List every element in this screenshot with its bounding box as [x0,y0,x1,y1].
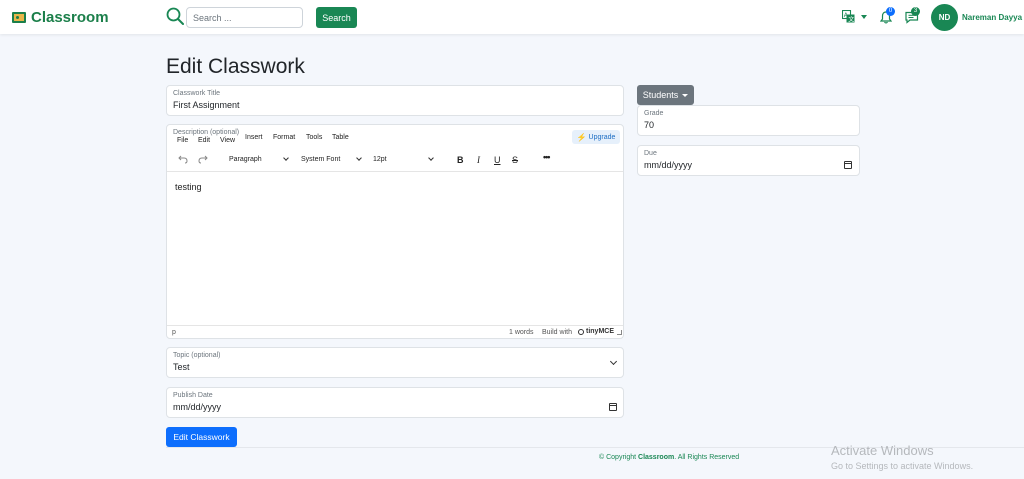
description-editor: Description (optional) File Edit View In… [166,124,624,339]
word-count[interactable]: 1 words [509,329,534,336]
menu-edit[interactable]: Edit [198,137,210,144]
copyright-prefix: © Copyright [599,454,637,461]
lightning-icon: ⚡ [576,132,587,142]
due-value: mm/dd/yyyy [644,160,693,170]
topic-value: Test [173,362,190,372]
classwork-title-label: Classwork Title [173,90,221,97]
description-label: Description (optional) [173,129,240,136]
search-button[interactable]: Search [316,7,357,28]
bold-icon[interactable]: B [457,155,464,165]
block-format-chevron-icon [283,155,289,161]
navbar: Classroom Search A 文 0 3 ND Nareman [0,0,1024,34]
chevron-down-icon [609,357,618,366]
search-input[interactable] [186,7,303,28]
classwork-title-value: First Assignment [173,100,240,110]
tinymce-logo-icon [578,329,584,335]
topic-select[interactable]: Topic (optional) Test [166,347,624,378]
upgrade-button[interactable]: ⚡ Upgrade [572,130,620,144]
classwork-title-field[interactable]: Classwork Title First Assignment [166,85,624,116]
menu-format[interactable]: Format [273,134,295,141]
caret-down-icon [861,15,867,19]
copyright-brand: Classroom [638,454,675,461]
publish-date-label: Publish Date [173,392,213,399]
font-size-select[interactable]: 12pt [373,156,387,163]
underline-icon[interactable]: U [494,155,501,165]
notifications-button[interactable]: 0 [880,7,895,24]
activate-windows-subtitle: Go to Settings to activate Windows. [831,461,974,471]
menu-file[interactable]: File [177,137,188,144]
grade-field[interactable]: Grade 70 [637,105,860,136]
topic-label: Topic (optional) [173,352,221,359]
calendar-icon[interactable] [844,161,852,169]
translate-icon: A 文 [842,10,855,23]
menu-view[interactable]: View [220,137,235,144]
search-icon [166,7,184,25]
font-size-chevron-icon [428,155,434,161]
due-label: Due [644,150,657,157]
resize-handle-icon[interactable] [617,330,622,335]
user-name[interactable]: Nareman Dayya [962,13,1022,22]
editor-status-bar: p 1 words Build with tinyMCE [167,325,623,338]
publish-date-field[interactable]: Publish Date mm/dd/yyyy [166,387,624,418]
svg-text:文: 文 [848,16,854,24]
grade-label: Grade [644,110,664,117]
copyright-suffix: . All Rights Reserved [674,454,740,461]
brand-name: Classroom [31,9,109,26]
font-family-select[interactable]: System Font [301,156,340,163]
calendar-icon[interactable] [609,403,617,411]
messages-badge: 3 [911,7,920,16]
grade-value: 70 [644,120,655,130]
caret-down-icon [682,93,689,97]
language-dropdown[interactable]: A 文 [842,10,868,24]
strikethrough-icon[interactable]: S [512,155,518,165]
edit-classwork-button[interactable]: Edit Classwork [166,427,237,447]
footer: © Copyright Classroom. All Rights Reserv… [599,454,739,461]
menu-tools[interactable]: Tools [306,134,322,141]
italic-icon[interactable]: I [477,155,480,165]
toolbar-divider [167,171,623,172]
brand-link[interactable]: Classroom [12,9,109,26]
font-family-chevron-icon [356,155,362,161]
activate-windows-title: Activate Windows [831,443,934,458]
more-options-icon[interactable]: ••• [543,152,551,162]
due-date-field[interactable]: Due mm/dd/yyyy [637,145,860,176]
avatar[interactable]: ND [931,4,958,31]
redo-icon[interactable] [198,155,208,164]
page-title: Edit Classwork [166,55,305,78]
element-path[interactable]: p [172,329,176,336]
build-with-label: Build with [542,329,572,336]
notifications-badge: 0 [886,7,895,16]
block-format-select[interactable]: Paragraph [229,156,262,163]
messages-button[interactable]: 3 [905,7,921,24]
classroom-logo-icon [12,12,26,23]
editor-content[interactable]: testing [175,182,202,192]
tinymce-brand[interactable]: tinyMCE [586,328,614,335]
publish-date-value: mm/dd/yyyy [173,402,222,412]
undo-icon[interactable] [178,155,188,164]
menu-table[interactable]: Table [332,134,349,141]
students-label: Students [642,90,679,100]
menu-insert[interactable]: Insert [245,134,263,141]
upgrade-label: Upgrade [588,133,616,141]
students-dropdown-button[interactable]: Students [637,85,694,105]
